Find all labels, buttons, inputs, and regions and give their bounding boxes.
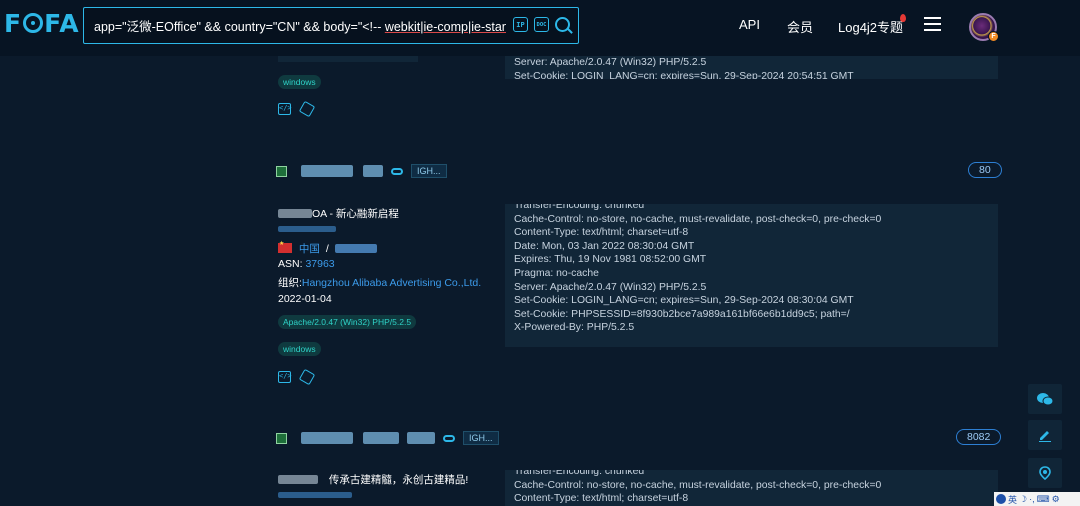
- banner-line: X-Powered-By: PHP/5.2.5: [514, 322, 635, 334]
- masked-host-part: [363, 165, 383, 177]
- masked-host[interactable]: [301, 165, 353, 177]
- edit-feedback-icon[interactable]: [1028, 420, 1062, 450]
- banner-line: Set-Cookie: LOGIN_LANG=cn; expires=Sun, …: [514, 295, 854, 307]
- china-flag-icon: [278, 240, 292, 253]
- ime-settings-icon: ⚙: [1051, 493, 1060, 504]
- hamburger-menu-icon[interactable]: [924, 17, 941, 31]
- hot-flame-icon: [900, 14, 906, 22]
- card2-title: OA - 新心融新启程: [312, 208, 399, 220]
- link-icon[interactable]: [391, 167, 403, 175]
- card2-actions: </>: [278, 368, 316, 386]
- card3-title: 传承古建精髓，永创古建精品!: [328, 474, 469, 486]
- code-view-icon[interactable]: </>: [278, 103, 292, 115]
- ip-search-label: IP: [516, 20, 525, 29]
- ime-punct-icon: ·,: [1029, 494, 1035, 504]
- doc-icon[interactable]: DOC: [534, 17, 549, 32]
- card2-tag-apache[interactable]: Apache/2.0.47 (Win32) PHP/5.2.5: [278, 315, 417, 329]
- card2-org-link[interactable]: Hangzhou Alibaba Advertising Co.,Ltd.: [302, 277, 481, 289]
- masked-url[interactable]: [278, 226, 336, 232]
- search-box[interactable]: app="泛微-EOffice" && country="CN" && body…: [83, 7, 579, 44]
- masked-host-part: [363, 432, 399, 444]
- cube-icon[interactable]: [298, 100, 316, 118]
- masked-host-part: [407, 432, 435, 444]
- ime-logo-icon: [996, 494, 1006, 504]
- card2-org-line: 组织:Hangzhou Alibaba Advertising Co.,Ltd.: [278, 275, 481, 290]
- card3-port-badge[interactable]: 8082: [956, 429, 1002, 445]
- masked-url[interactable]: [278, 492, 352, 498]
- card1-banner: Server: Apache/2.0.47 (Win32) PHP/5.2.5 …: [505, 56, 998, 79]
- nav-member-link[interactable]: 会员: [787, 17, 813, 36]
- banner-line: Pragma: no-cache: [514, 267, 599, 279]
- banner-line: Server: Apache/2.0.47 (Win32) PHP/5.2.5: [514, 281, 707, 293]
- logo-letters-fa: FA: [44, 8, 80, 38]
- banner-line: Set-Cookie: PHPSESSID=8f930b2bce7a989a16…: [514, 308, 850, 320]
- masked-title-prefix: [278, 475, 318, 484]
- banner-line: Transfer-Encoding: chunked: [514, 470, 645, 477]
- card2-location-line: 中国 /: [278, 240, 377, 256]
- search-icon[interactable]: [555, 17, 570, 32]
- ime-language-label: 英: [1008, 494, 1018, 505]
- card2-date: 2022-01-04: [278, 293, 332, 305]
- nav-log4j2-link[interactable]: Log4j2专题: [838, 17, 903, 36]
- card1-actions: </>: [278, 100, 316, 118]
- logo-o-icon: [23, 13, 44, 33]
- site-favicon-icon: [276, 165, 287, 177]
- ime-keyboard-icon: ⌨: [1036, 493, 1050, 504]
- card3-host-row: IGH...: [276, 431, 499, 445]
- doc-label: DOC: [536, 21, 547, 28]
- code-view-icon[interactable]: </>: [278, 371, 292, 383]
- card2-asn-link[interactable]: 37963: [305, 258, 334, 270]
- banner-line: Set-Cookie: LOGIN_LANG=cn; expires=Sun, …: [514, 70, 854, 79]
- logo-letter-f: F: [4, 8, 23, 38]
- nav-api-link[interactable]: API: [739, 17, 760, 32]
- card2-country-link[interactable]: 中国: [299, 243, 320, 255]
- banner-line: Expires: Thu, 19 Nov 1981 08:52:00 GMT: [514, 254, 707, 266]
- card2-host-row: IGH...: [276, 164, 447, 178]
- ime-moon-icon: ☽: [1019, 493, 1028, 504]
- masked-city[interactable]: [334, 244, 377, 253]
- card2-banner: Transfer-Encoding: chunked Cache-Control…: [505, 204, 998, 347]
- card3-title-line: 传承古建精髓，永创古建精品!: [278, 472, 468, 487]
- banner-line: Date: Mon, 03 Jan 2022 08:30:04 GMT: [514, 240, 695, 252]
- masked-title-prefix: [278, 209, 312, 218]
- banner-line: Cache-Control: no-store, no-cache, must-…: [514, 479, 882, 491]
- banner-line: Content-Type: text/html; charset=utf-8: [514, 227, 689, 239]
- search-input[interactable]: app="泛微-EOffice" && country="CN" && body…: [94, 16, 506, 35]
- card2-title-line: OA - 新心融新启程: [278, 206, 399, 221]
- card3-host-tag[interactable]: IGH...: [463, 431, 499, 445]
- top-header: F FA app="泛微-EOffice" && country="CN" && …: [0, 0, 1080, 56]
- card2-port-badge[interactable]: 80: [968, 162, 1002, 178]
- query-part-1: app="泛微-EOffice" && country="CN" && body…: [94, 20, 385, 34]
- site-favicon-icon: [276, 432, 287, 444]
- query-part-underlined: webkit|ie-comp|ie-stand: [384, 20, 506, 34]
- location-pin-icon[interactable]: [1028, 458, 1062, 488]
- asn-label: ASN:: [278, 258, 303, 270]
- link-icon[interactable]: [443, 434, 455, 442]
- fofa-logo[interactable]: F FA: [4, 8, 80, 38]
- banner-line: Server: Apache/2.0.47 (Win32) PHP/5.2.5: [514, 57, 707, 68]
- masked-host[interactable]: [301, 432, 353, 444]
- org-label: 组织:: [278, 277, 302, 289]
- avatar-badge: F: [988, 31, 999, 42]
- card2-host-tag[interactable]: IGH...: [411, 164, 447, 178]
- cube-icon[interactable]: [298, 368, 316, 386]
- card2-asn-line: ASN: 37963: [278, 258, 335, 270]
- banner-line: Transfer-Encoding: chunked: [514, 204, 645, 211]
- card3-banner: Transfer-Encoding: chunked Cache-Control…: [505, 470, 998, 506]
- ime-toolbar[interactable]: 英 ☽ ·, ⌨ ⚙: [994, 492, 1080, 506]
- banner-line: Cache-Control: no-store, no-cache, must-…: [514, 213, 882, 225]
- wechat-icon[interactable]: [1028, 384, 1062, 414]
- card2-tag-windows[interactable]: windows: [278, 342, 321, 356]
- card1-tag-windows[interactable]: windows: [278, 75, 321, 89]
- banner-line: Content-Type: text/html; charset=utf-8: [514, 493, 689, 505]
- card1-partial-tag: [278, 56, 418, 62]
- ip-search-icon[interactable]: IP: [513, 17, 528, 32]
- search-tools: IP DOC: [513, 17, 570, 32]
